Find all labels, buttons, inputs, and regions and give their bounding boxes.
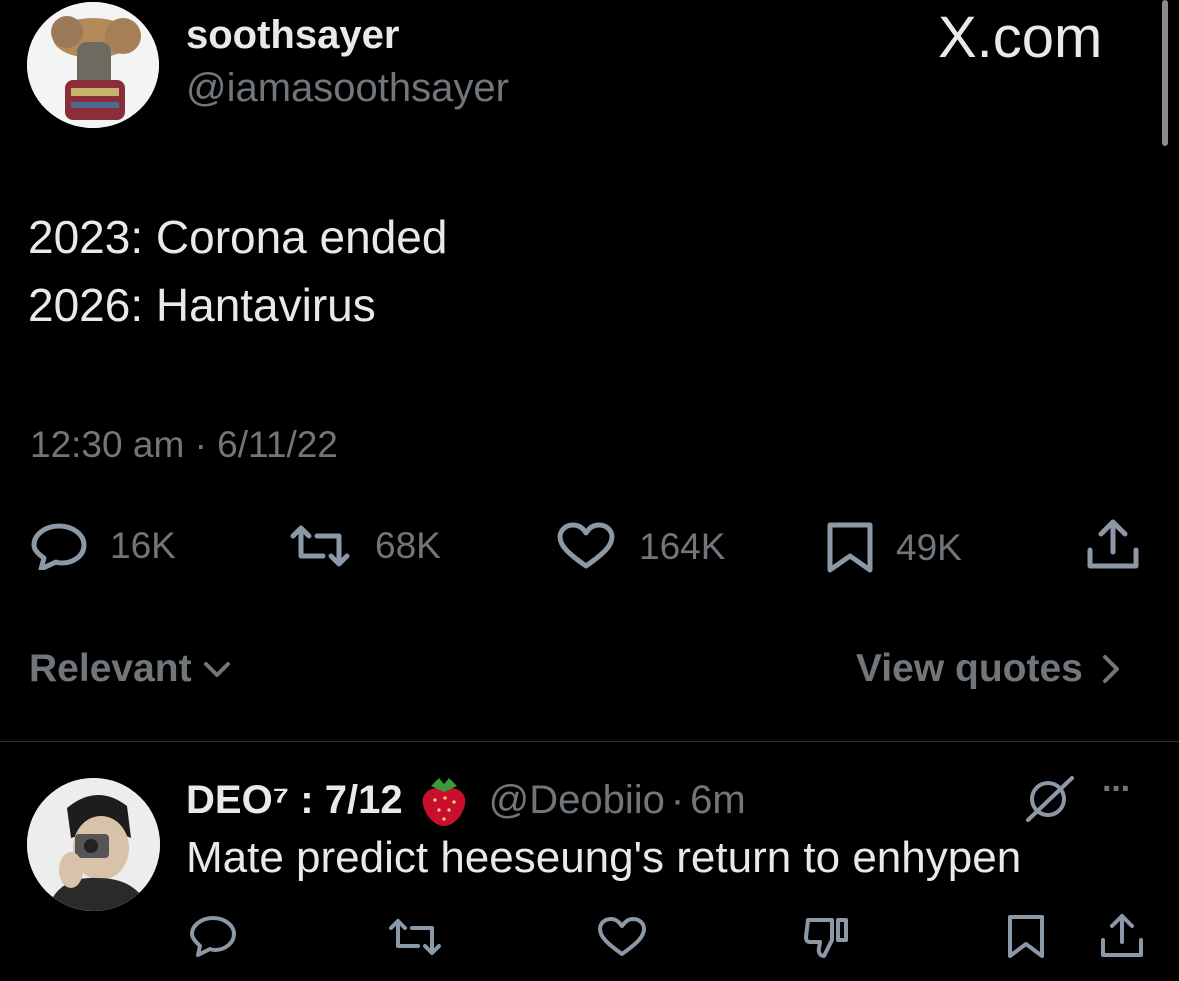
reply-dislike-action[interactable]	[802, 914, 850, 967]
like-count: 164K	[639, 526, 726, 567]
chevron-right-icon	[1102, 655, 1119, 683]
reply-text: Mate predict heeseung's return to enhype…	[186, 833, 1022, 882]
reply-avatar[interactable]	[27, 778, 160, 911]
tweet-date: 6/11/22	[217, 424, 338, 465]
reply-like-action[interactable]	[596, 916, 648, 965]
speech-bubble-icon	[190, 916, 236, 957]
share-icon	[1101, 914, 1143, 957]
strawberry-icon	[422, 778, 465, 826]
bookmark-icon	[1008, 915, 1044, 958]
section-divider	[0, 741, 1179, 742]
meta-separator: ·	[194, 424, 207, 465]
view-quotes-label: View quotes	[856, 647, 1083, 690]
tweet-time: 12:30 am	[30, 424, 185, 465]
retweet-icon	[290, 525, 350, 567]
bookmark-count: 49K	[896, 527, 962, 568]
tweet-line-1: 2023: Corona ended	[28, 211, 448, 263]
reply-author-name[interactable]: DEO⁷ : 7/12	[186, 778, 403, 823]
bookmark-action[interactable]: 49K	[826, 522, 962, 574]
reply-count: 16K	[110, 525, 176, 566]
author-avatar[interactable]	[27, 2, 159, 128]
more-options-button[interactable]: ···	[1102, 770, 1132, 809]
tweet-timestamp[interactable]: 12:30 am · 6/11/22	[30, 424, 338, 466]
reply-meta-separator: ·	[670, 777, 685, 822]
bookmark-icon	[827, 522, 873, 573]
sort-label: Relevant	[29, 647, 192, 690]
reply-age[interactable]: 6m	[690, 778, 746, 823]
reply-reply-action[interactable]	[188, 914, 238, 963]
retweet-count: 68K	[375, 525, 441, 566]
sort-dropdown[interactable]: Relevant	[29, 647, 234, 691]
reply-retweet-action[interactable]	[386, 916, 444, 963]
like-action[interactable]: 164K	[555, 522, 725, 572]
scrollbar[interactable]	[1162, 0, 1168, 146]
retweet-action[interactable]: 68K	[287, 522, 441, 570]
reply-author-handle[interactable]: @Deobiio	[489, 778, 665, 823]
tweet-line-2: 2026: Hantavirus	[28, 279, 376, 331]
x-watermark: X.com	[938, 4, 1102, 71]
reply-bookmark-action[interactable]	[1006, 914, 1046, 965]
heart-icon	[557, 522, 615, 569]
share-action[interactable]	[1085, 518, 1141, 572]
avatar-image	[27, 2, 159, 128]
retweet-icon	[389, 919, 441, 955]
grok-button[interactable]	[1024, 774, 1076, 827]
grok-slash-icon	[1026, 776, 1074, 822]
view-quotes-link[interactable]: View quotes	[856, 647, 1125, 691]
author-name[interactable]: soothsayer	[186, 13, 399, 58]
thumbs-down-icon	[804, 918, 848, 958]
strawberry-emoji	[419, 772, 469, 828]
reply-header: DEO⁷ : 7/12 @Deobiio · 6m	[186, 772, 746, 828]
speech-bubble-icon	[31, 523, 87, 570]
author-handle[interactable]: @iamasoothsayer	[186, 66, 509, 111]
heart-icon	[598, 917, 646, 956]
share-icon	[1087, 519, 1139, 569]
chevron-down-icon	[203, 662, 230, 677]
watermark-text: X.com	[938, 5, 1103, 70]
reply-action[interactable]: 16K	[30, 522, 176, 570]
reply-avatar-image	[27, 778, 160, 911]
reply-share-action[interactable]	[1098, 912, 1146, 965]
